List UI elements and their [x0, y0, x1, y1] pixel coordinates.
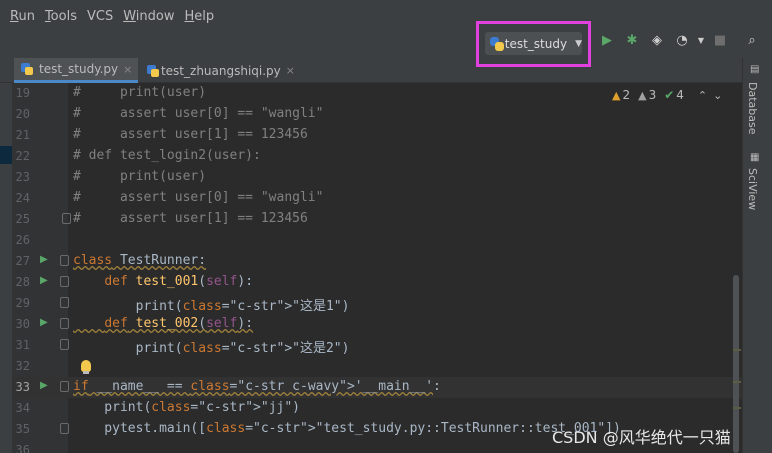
- line-number: 21: [15, 128, 30, 142]
- editor-scrollbar[interactable]: [733, 275, 739, 453]
- coverage-icon[interactable]: ◈: [648, 33, 666, 49]
- code-line: 29 print(class="c-str">"这是1"): [12, 293, 742, 314]
- tab-test-zhuangshiqi[interactable]: test_zhuangshiqi.py ×: [140, 58, 295, 83]
- run-config-label: test_study: [504, 36, 568, 51]
- fold-marker-icon[interactable]: [60, 318, 69, 329]
- code-line: 19 # print(user): [12, 83, 742, 104]
- fold-marker-icon[interactable]: [62, 213, 71, 224]
- database-tab[interactable]: Database: [746, 82, 759, 135]
- project-panel: [0, 83, 12, 453]
- menu-window[interactable]: Window: [123, 9, 174, 24]
- tab-label: test_zhuangshiqi.py: [160, 63, 281, 78]
- menu-vcs[interactable]: VCS: [87, 9, 113, 24]
- menu-bar: Run Tools VCS Window Help: [0, 0, 772, 32]
- code-text: # print(user): [73, 169, 207, 184]
- code-text: def test_001(self):: [104, 274, 254, 289]
- menu-help[interactable]: Help: [184, 9, 214, 24]
- lightbulb-icon[interactable]: [81, 360, 91, 374]
- run-gutter-icon[interactable]: ▶: [40, 380, 48, 391]
- error-stripe-marker[interactable]: [733, 381, 741, 383]
- fold-marker-icon[interactable]: [60, 276, 69, 287]
- code-line: 30 ▶ def test_002(self):: [12, 314, 742, 335]
- code-line: 26: [12, 230, 742, 251]
- code-text: # assert user[0] == "wangli": [73, 190, 324, 205]
- code-line: 22 # def test_login2(user):: [12, 146, 742, 167]
- line-number: 33: [15, 380, 30, 394]
- line-number: 22: [15, 149, 30, 163]
- line-number: 25: [15, 212, 30, 226]
- line-number: 20: [15, 107, 30, 121]
- code-text: # def test_login2(user):: [73, 148, 261, 163]
- sciview-icon: ▦: [750, 152, 760, 163]
- error-stripe-marker[interactable]: [733, 349, 741, 351]
- code-line: 31 print(class="c-str">"这是2"): [12, 335, 742, 356]
- code-line: 23 # print(user): [12, 167, 742, 188]
- fold-marker-icon[interactable]: [60, 297, 69, 308]
- code-text: print(class="c-str">"这是2"): [73, 341, 350, 356]
- line-number: 35: [15, 422, 30, 436]
- run-gutter-icon[interactable]: ▶: [40, 275, 48, 286]
- watermark: CSDN @风华绝代一只猫: [552, 428, 731, 447]
- code-text: if __name__ == class="c-str c-wavy">'__m…: [73, 379, 441, 394]
- line-number: 23: [15, 170, 30, 184]
- python-icon: [490, 36, 504, 51]
- code-text: def test_002(self):: [104, 316, 254, 331]
- line-number: 32: [15, 359, 30, 373]
- fold-marker-icon[interactable]: [60, 339, 69, 350]
- code-text: # assert user[0] == "wangli": [73, 106, 324, 121]
- code-text: print(class="c-str">"jj"): [73, 400, 300, 415]
- line-number: 19: [15, 86, 30, 100]
- stop-icon[interactable]: ■: [711, 33, 729, 49]
- debug-icon[interactable]: ✱: [623, 33, 641, 49]
- code-text: pytest.main([class="c-str">"test_study.p…: [73, 421, 621, 436]
- menu-tools[interactable]: Tools: [45, 9, 77, 24]
- code-text: # print(user): [73, 85, 207, 100]
- run-gutter-icon[interactable]: ▶: [40, 254, 48, 265]
- profile-icon[interactable]: ◔: [673, 33, 691, 49]
- line-number: 27: [15, 254, 30, 268]
- fold-marker-icon[interactable]: [60, 381, 69, 392]
- line-number: 34: [15, 401, 30, 415]
- python-file-icon: [146, 64, 159, 78]
- search-icon[interactable]: ⌕: [743, 33, 761, 49]
- code-text: # assert user[1] == 123456: [73, 127, 308, 142]
- database-icon: ▤: [750, 64, 760, 75]
- code-text: class TestRunner:: [73, 253, 207, 268]
- close-icon[interactable]: ×: [123, 63, 132, 76]
- code-line: 32: [12, 356, 742, 377]
- tab-test-study[interactable]: test_study.py ×: [14, 58, 138, 83]
- line-number: 31: [15, 338, 30, 352]
- project-panel-selection: [0, 146, 12, 164]
- more-run-options-icon[interactable]: ▼: [692, 33, 710, 49]
- code-line: 20 # assert user[0] == "wangli": [12, 104, 742, 125]
- chevron-down-icon: ▼: [575, 38, 582, 49]
- tab-label: test_study.py: [39, 62, 119, 76]
- menu-run[interactable]: Run: [10, 9, 35, 24]
- line-number: 24: [15, 191, 30, 205]
- fold-marker-icon[interactable]: [60, 423, 69, 434]
- line-number: 28: [15, 275, 30, 289]
- code-line: 28 ▶ def test_001(self):: [12, 272, 742, 293]
- close-icon[interactable]: ×: [286, 64, 295, 77]
- code-line: 24 # assert user[0] == "wangli": [12, 188, 742, 209]
- code-line: 25 # assert user[1] == 123456: [12, 209, 742, 230]
- code-text: # assert user[1] == 123456: [73, 211, 308, 226]
- error-stripe-marker[interactable]: [733, 407, 741, 409]
- line-number: 30: [15, 317, 30, 331]
- code-line-current: 33 ▶ if __name__ == class="c-str c-wavy"…: [12, 377, 742, 398]
- python-file-icon: [20, 62, 34, 76]
- code-line: 34 print(class="c-str">"jj"): [12, 398, 742, 419]
- run-icon[interactable]: ▶: [598, 33, 616, 49]
- line-number: 26: [15, 233, 30, 247]
- line-number: 29: [15, 296, 30, 310]
- run-config-highlight: test_study ▼: [476, 21, 591, 67]
- fold-marker-icon[interactable]: [60, 255, 69, 266]
- sciview-tab[interactable]: SciView: [746, 168, 759, 210]
- run-config-selector[interactable]: test_study ▼: [485, 32, 582, 55]
- line-number: 36: [15, 443, 30, 453]
- code-line: 27 ▶ class TestRunner:: [12, 251, 742, 272]
- code-text: print(class="c-str">"这是1"): [73, 299, 350, 314]
- code-line: 21 # assert user[1] == 123456: [12, 125, 742, 146]
- run-gutter-icon[interactable]: ▶: [40, 317, 48, 328]
